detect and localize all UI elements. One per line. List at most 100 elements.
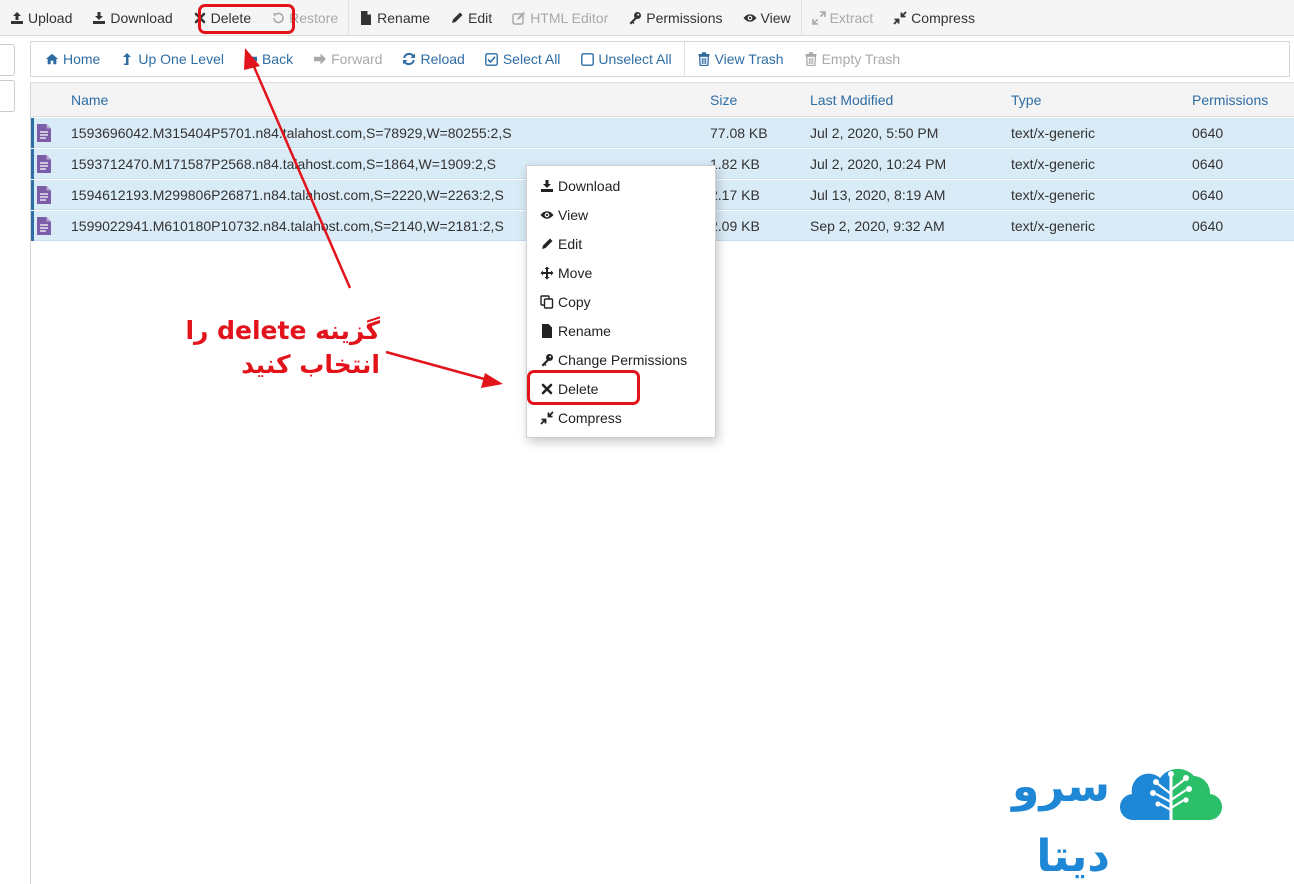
extract-button[interactable]: Extract [802,0,884,36]
download-icon [92,11,106,25]
file-size: 2.17 KB [710,187,760,203]
home-label: Home [63,51,101,67]
context-menu-download[interactable]: Download [527,171,715,200]
text-file-icon [37,217,51,235]
file-size: 2.09 KB [710,218,760,234]
upload-button[interactable]: Upload [0,0,82,36]
file-icon [359,10,373,25]
file-size: 1.82 KB [710,156,760,172]
rename-button[interactable]: Rename [349,0,440,36]
move-icon [540,266,554,280]
selection-indicator [31,118,34,148]
context-menu-view[interactable]: View [527,200,715,229]
context-menu-rename[interactable]: Rename [527,316,715,345]
context-menu-compress[interactable]: Compress [527,403,715,432]
file-type: text/x-generic [1011,156,1096,172]
column-header-permissions[interactable]: Permissions [1192,92,1268,108]
permissions-button[interactable]: Permissions [618,0,732,36]
file-name: 1593712470.M171587P2568.n84.talahost.com… [71,156,496,172]
file-permissions: 0640 [1192,218,1224,234]
key-icon [540,353,554,367]
forward-button[interactable]: Forward [303,42,392,76]
view-label: View [760,9,791,26]
back-label: Back [261,51,294,67]
highlight-box-menu-delete [527,370,640,405]
file-name: 1593696042.M315404P5701.n84.talahost.com… [71,125,512,141]
annotation-text: گزینه delete را انتخاب کنید [150,314,380,382]
directory-tree-stub [0,36,16,884]
annotation-line: انتخاب کنید [241,350,380,379]
level-up-icon [120,52,134,66]
context-menu-download-label: Download [558,177,621,194]
download-button[interactable]: Download [82,0,182,36]
checkbox-checked-icon [485,52,499,66]
column-header-last-modified[interactable]: Last Modified [810,92,893,108]
file-modified: Jul 2, 2020, 5:50 PM [810,125,939,141]
text-file-icon [37,186,51,204]
context-menu-edit[interactable]: Edit [527,229,715,258]
edit-button[interactable]: Edit [440,0,502,36]
checkbox-empty-icon [580,52,594,66]
eye-icon [540,208,554,222]
file-name: 1599022941.M610180P10732.n84.talahost.co… [71,218,504,234]
column-header-size[interactable]: Size [710,92,737,108]
upload-icon [10,11,24,25]
download-icon [540,179,554,193]
up-one-level-button[interactable]: Up One Level [110,42,234,76]
reload-label: Reload [420,51,465,67]
context-menu-copy[interactable]: Copy [527,287,715,316]
pencil-icon [540,237,554,251]
file-modified: Sep 2, 2020, 9:32 AM [810,218,945,234]
file-manager-toolbar: Upload Download Delete Restore Rename Ed… [0,0,1294,36]
html-editor-button[interactable]: HTML Editor [502,0,618,36]
file-icon [540,323,554,338]
permissions-label: Permissions [646,9,723,26]
back-button[interactable]: Back [234,42,303,76]
context-menu-edit-label: Edit [558,235,583,252]
view-trash-button[interactable]: View Trash [687,42,794,76]
context-menu-move[interactable]: Move [527,258,715,287]
arrow-left-icon [244,52,258,66]
restore-label: Restore [289,9,339,26]
highlight-box-toolbar-delete [198,4,295,34]
compress-button[interactable]: Compress [883,0,985,36]
trash-icon [804,52,818,66]
logo-text: سرو دیتا [1012,761,1110,882]
rename-label: Rename [377,9,431,26]
context-menu-compress-label: Compress [558,409,622,426]
empty-trash-button[interactable]: Empty Trash [794,42,911,76]
column-header-type[interactable]: Type [1011,92,1041,108]
selection-indicator [31,211,34,241]
file-name: 1594612193.M299806P26871.n84.talahost.co… [71,187,504,203]
tree-control[interactable] [0,80,15,112]
upload-label: Upload [28,9,73,26]
home-button[interactable]: Home [35,42,110,76]
file-modified: Jul 13, 2020, 8:19 AM [810,187,946,203]
toolbar-divider [683,42,685,76]
pencil-icon [450,11,464,25]
context-menu-rename-label: Rename [558,322,611,339]
file-permissions: 0640 [1192,187,1224,203]
html-editor-label: HTML Editor [530,9,609,26]
reload-button[interactable]: Reload [392,42,474,76]
selection-indicator [31,180,34,210]
tree-control[interactable] [0,44,15,76]
annotation-line: گزینه delete را [185,316,380,345]
context-menu-view-label: View [558,206,589,223]
table-row[interactable]: 1593696042.M315404P5701.n84.talahost.com… [31,118,1294,148]
file-modified: Jul 2, 2020, 10:24 PM [810,156,947,172]
context-menu-move-label: Move [558,264,593,281]
compress-label: Compress [911,9,975,26]
text-file-icon [37,124,51,142]
file-permissions: 0640 [1192,125,1224,141]
up-one-level-label: Up One Level [138,51,224,67]
refresh-icon [402,52,416,66]
column-header-name[interactable]: Name [71,92,108,108]
context-menu-change-permissions-label: Change Permissions [558,351,688,368]
view-button[interactable]: View [733,0,801,36]
unselect-all-button[interactable]: Unselect All [570,42,681,76]
select-all-button[interactable]: Select All [475,42,571,76]
unselect-all-label: Unselect All [598,51,672,67]
edit-square-icon [512,11,526,25]
arrow-right-icon [313,52,327,66]
